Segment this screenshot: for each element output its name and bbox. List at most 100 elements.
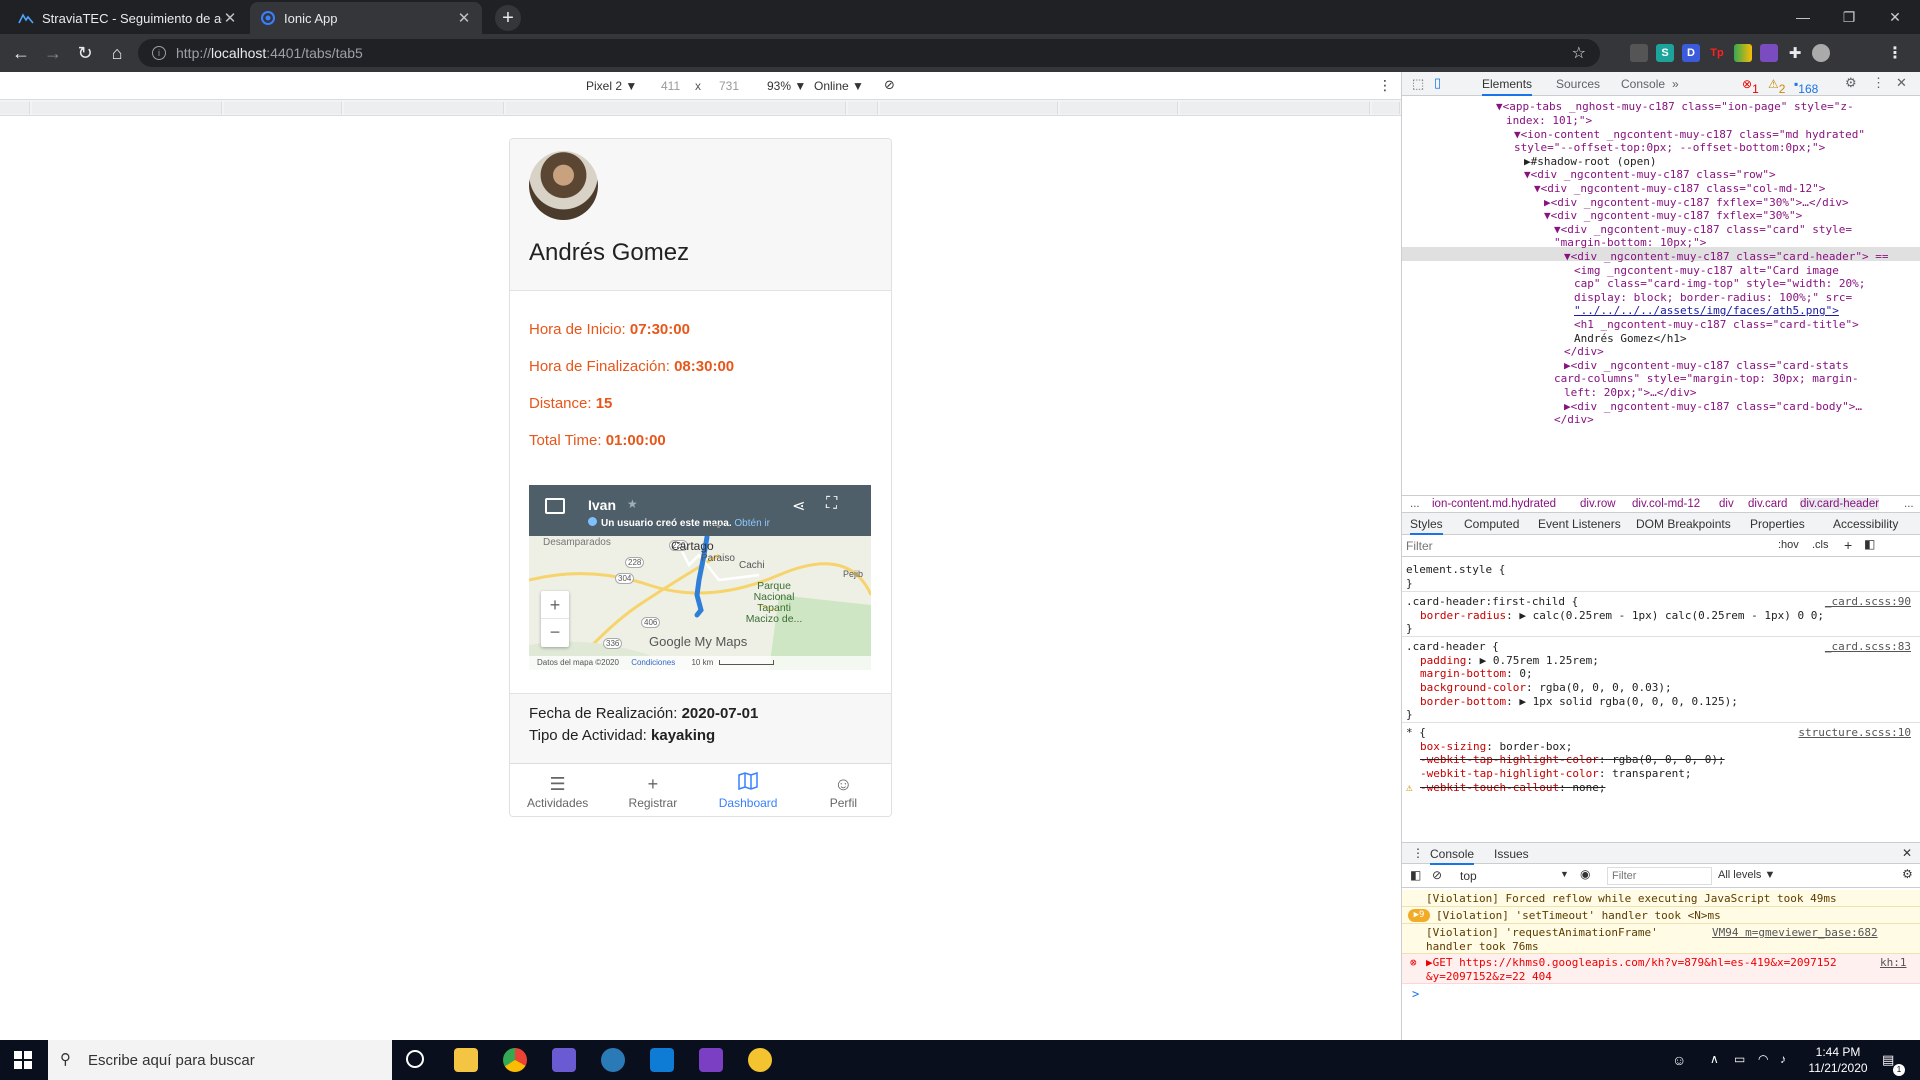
log-levels-select[interactable]: All levels ▼: [1718, 869, 1775, 881]
styles-pane[interactable]: element.style { } .card-header:first-chi…: [1402, 557, 1920, 842]
message-count-badge[interactable]: ▪ 168: [1794, 77, 1818, 96]
breadcrumb-item[interactable]: ...: [1410, 498, 1420, 510]
console-filter-input[interactable]: [1607, 867, 1712, 885]
breadcrumb-item[interactable]: div.card-header: [1800, 498, 1880, 510]
dom-line[interactable]: Andrés Gomez</h1>: [1574, 332, 1687, 346]
tab-elements[interactable]: Elements: [1482, 77, 1533, 96]
dom-line[interactable]: cap" class="card-img-top" style="width: …: [1574, 277, 1865, 291]
taskbar-clock[interactable]: 1:44 PM 11/21/2020: [1808, 1044, 1868, 1076]
hover-state-toggle[interactable]: :hov: [1778, 539, 1799, 551]
dom-line[interactable]: <h1 _ngcontent-muy-c187 class="card-titl…: [1574, 318, 1859, 332]
map-sidebar-icon[interactable]: [545, 498, 565, 514]
extension-d-icon[interactable]: D: [1682, 44, 1700, 62]
tab-console[interactable]: Console: [1621, 77, 1665, 91]
viewport-width-input[interactable]: 411: [661, 79, 680, 93]
error-count-badge[interactable]: ⊗ 1: [1742, 77, 1759, 96]
device-select[interactable]: Pixel 2 ▼: [586, 79, 637, 93]
fullscreen-icon[interactable]: ⛶: [826, 495, 837, 513]
tab-registrar[interactable]: + Registrar: [605, 764, 700, 816]
css-selector[interactable]: * {: [1406, 726, 1426, 740]
dom-line[interactable]: ▼<div _ngcontent-muy-c187 class="row">: [1524, 168, 1776, 182]
breadcrumb-item[interactable]: ...: [1904, 498, 1914, 510]
close-window-icon[interactable]: ✕: [1872, 0, 1918, 34]
console-message[interactable]: ▶9 [Violation] 'setTimeout' handler took…: [1402, 907, 1920, 924]
tab-perfil[interactable]: ☺ Perfil: [796, 764, 891, 816]
media-query-ruler[interactable]: [0, 100, 1401, 116]
warning-count-badge[interactable]: ⚠ 2: [1768, 77, 1785, 96]
bookmark-star-icon[interactable]: ☆: [1572, 43, 1586, 63]
dom-line[interactable]: ▼<div _ngcontent-muy-c187 class="card-he…: [1564, 250, 1889, 264]
dom-line[interactable]: index: 101;">: [1506, 114, 1592, 128]
volume-icon[interactable]: ♪: [1780, 1052, 1786, 1066]
css-declaration[interactable]: border-bottom: ▶ 1px solid rgba(0, 0, 0,…: [1420, 695, 1738, 709]
css-declaration[interactable]: box-sizing: border-box;: [1420, 740, 1572, 754]
console-message[interactable]: [Violation] 'requestAnimationFrame' VM94…: [1402, 924, 1920, 954]
dom-line[interactable]: ▶<div _ngcontent-muy-c187 class="card-st…: [1564, 359, 1849, 373]
dom-line[interactable]: "../../../../assets/img/faces/ath5.png">: [1574, 304, 1839, 318]
breadcrumb-item[interactable]: div: [1719, 498, 1734, 510]
new-rule-icon[interactable]: +: [1844, 537, 1852, 553]
console-prompt[interactable]: >: [1412, 987, 1419, 1001]
dom-line[interactable]: ▶<div _ngcontent-muy-c187 class="card-bo…: [1564, 400, 1862, 414]
map-terms-link[interactable]: Condiciones: [631, 658, 675, 667]
new-tab-button[interactable]: +: [495, 5, 521, 31]
console-source-link[interactable]: kh:1: [1880, 956, 1907, 970]
clear-console-icon[interactable]: ⊘: [1432, 868, 1442, 882]
reload-icon[interactable]: ↻: [73, 42, 97, 64]
tab-properties[interactable]: Properties: [1750, 517, 1805, 531]
tab-actividades[interactable]: ☰ Actividades: [510, 764, 605, 816]
console-sidebar-icon[interactable]: ◧: [1410, 868, 1421, 882]
dom-line[interactable]: "margin-bottom: 10px;">: [1554, 236, 1706, 250]
dom-line[interactable]: left: 20px;">…</div>: [1564, 386, 1696, 400]
breadcrumb-item[interactable]: ion-content.md.hydrated: [1432, 498, 1556, 510]
chrome-menu-icon[interactable]: ⋮: [1886, 44, 1904, 62]
computed-sidebar-icon[interactable]: ◧: [1864, 537, 1875, 551]
dom-line[interactable]: display: block; border-radius: 100%;" sr…: [1574, 291, 1852, 305]
console-settings-icon[interactable]: ⚙: [1902, 867, 1913, 881]
close-tab-icon[interactable]: ✕: [222, 9, 238, 27]
styles-filter-input[interactable]: [1406, 537, 1696, 555]
close-tab-icon[interactable]: ✕: [456, 9, 472, 27]
dom-line[interactable]: ▶#shadow-root (open): [1524, 155, 1656, 169]
battery-icon[interactable]: ▭: [1734, 1052, 1745, 1066]
live-expression-icon[interactable]: ◉: [1580, 867, 1590, 881]
css-selector[interactable]: element.style {: [1406, 563, 1505, 577]
dom-line[interactable]: </div>: [1564, 345, 1604, 359]
people-icon[interactable]: ☺: [1672, 1052, 1686, 1068]
restore-window-icon[interactable]: ❐: [1826, 0, 1872, 34]
taskbar-search-box[interactable]: ⚲ Escribe aquí para buscar: [48, 1040, 392, 1080]
tab-dom-breakpoints[interactable]: DOM Breakpoints: [1636, 517, 1731, 531]
app-taskbar-icon[interactable]: [552, 1048, 576, 1072]
dom-tree[interactable]: ▼<app-tabs _nghost-muy-c187 class="ion-p…: [1402, 96, 1920, 495]
extension-tp-icon[interactable]: Tp: [1708, 44, 1726, 62]
extension-color-icon[interactable]: [1760, 44, 1778, 62]
breadcrumb-item[interactable]: div.col-md-12: [1632, 498, 1700, 510]
context-dropdown-icon[interactable]: ▼: [1560, 869, 1569, 879]
css-declaration[interactable]: padding: ▶ 0.75rem 1.25rem;: [1420, 654, 1599, 668]
tray-chevron-icon[interactable]: ∧: [1710, 1052, 1719, 1066]
close-devtools-icon[interactable]: ✕: [1896, 75, 1907, 91]
console-error[interactable]: ⊗ ▶GET https://khms0.googleapis.com/kh?v…: [1402, 954, 1920, 984]
visual-studio-taskbar-icon[interactable]: [699, 1048, 723, 1072]
extension-cast-icon[interactable]: [1630, 44, 1648, 62]
css-selector[interactable]: .card-header:first-child {: [1406, 595, 1578, 609]
share-icon[interactable]: ⋖: [792, 496, 805, 516]
extension-play-icon[interactable]: [1734, 44, 1752, 62]
inspect-element-icon[interactable]: ⬚: [1412, 76, 1424, 92]
device-toggle-icon[interactable]: ▯: [1434, 75, 1441, 91]
embedded-map[interactable]: Ivan ★ Un usuario creó este mapa. Obtén …: [529, 485, 871, 670]
minimize-window-icon[interactable]: —: [1780, 0, 1826, 34]
css-source-link[interactable]: _card.scss:90: [1825, 595, 1911, 608]
tab-dashboard[interactable]: Dashboard: [701, 764, 796, 816]
css-declaration[interactable]: -webkit-tap-highlight-color: rgba(0, 0, …: [1420, 753, 1725, 767]
info-icon[interactable]: i: [152, 46, 166, 60]
chrome-taskbar-icon[interactable]: [503, 1048, 527, 1072]
zoom-out-button[interactable]: −: [541, 619, 569, 647]
extension-s-icon[interactable]: S: [1656, 44, 1674, 62]
dom-line[interactable]: </div>: [1554, 413, 1594, 427]
css-source-link[interactable]: structure.scss:10: [1798, 726, 1911, 739]
back-icon[interactable]: ←: [9, 42, 33, 64]
class-toggle[interactable]: .cls: [1812, 539, 1829, 551]
breadcrumb-item[interactable]: div.card: [1748, 498, 1787, 510]
home-icon[interactable]: ⌂: [105, 42, 129, 64]
